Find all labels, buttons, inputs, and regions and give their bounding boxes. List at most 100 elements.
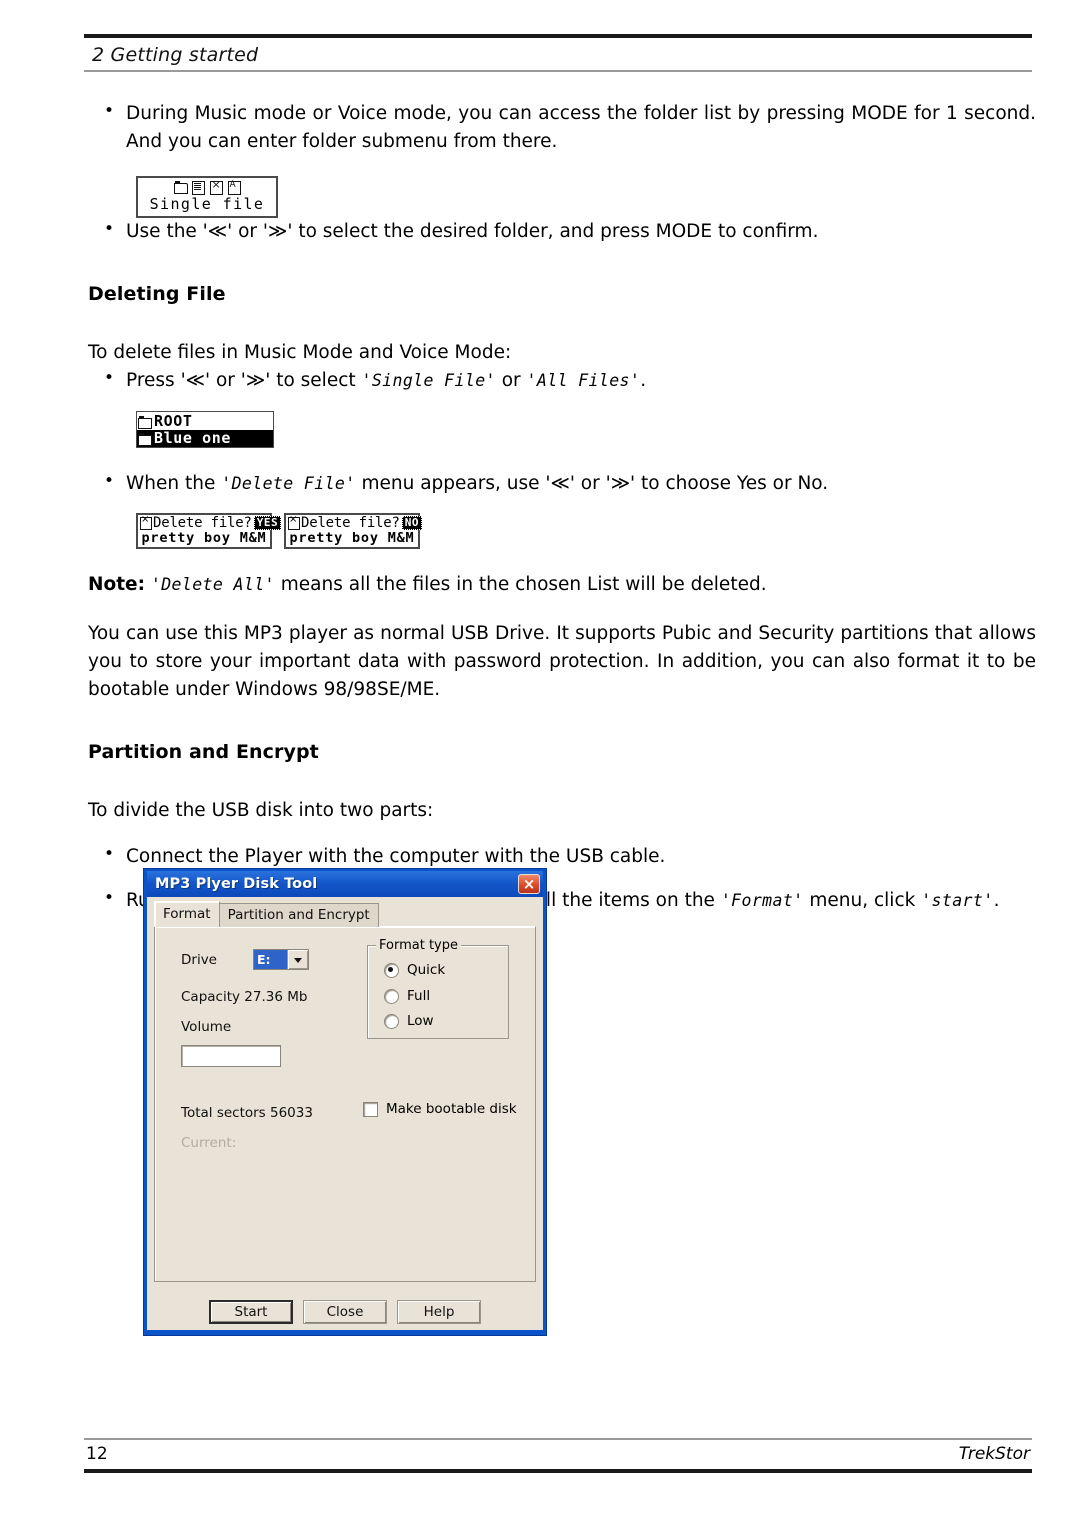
bullet-run-tool-end: . xyxy=(993,889,1000,911)
lcd-delete-no-top: Delete file? NO xyxy=(288,514,422,531)
drive-select[interactable]: E: xyxy=(253,949,309,970)
radio-low-indicator[interactable] xyxy=(384,1013,399,1029)
drive-row: Drive E: xyxy=(181,949,309,970)
list-item: Connect the Player with the computer wit… xyxy=(88,842,1036,871)
radio-quick-label: Quick xyxy=(407,962,446,978)
start-button[interactable]: Start xyxy=(209,1300,293,1324)
drive-selected-value: E: xyxy=(254,950,287,969)
chapter-title: 2 Getting started xyxy=(92,44,259,66)
dialog-body: Format Partition and Encrypt Drive E: Ca… xyxy=(147,897,543,1330)
intro-delete-text: To delete files in Music Mode and Voice … xyxy=(88,341,512,363)
bullet-folder-list-text: During Music mode or Voice mode, you can… xyxy=(126,103,1036,153)
list-item: When the 'Delete File' menu appears, use… xyxy=(88,469,1036,498)
bullet-press-single-file: 'Single File' xyxy=(361,370,496,390)
capacity-label: Capacity 27.36 Mb xyxy=(181,989,308,1005)
lcd-folder-list-caption: Single file xyxy=(149,195,265,214)
lcd-delete-no-prompt: Delete file? xyxy=(301,514,400,531)
note-label: Note: xyxy=(88,574,145,596)
usb-paragraph: You can use this MP3 player as normal US… xyxy=(88,622,1036,700)
dialog-titlebar[interactable]: MP3 Plyer Disk Tool × xyxy=(147,871,543,897)
page-content: During Music mode or Voice mode, you can… xyxy=(88,99,1036,915)
folder-icon xyxy=(138,415,152,429)
lcd-root-wrap: ROOT Blue one xyxy=(88,410,1036,449)
delete-menu-bullets: When the 'Delete File' menu appears, use… xyxy=(88,469,1036,498)
make-bootable-label: Make bootable disk xyxy=(386,1101,517,1117)
lcd-root-row: ROOT xyxy=(137,411,273,430)
lcd-root-screen: ROOT Blue one xyxy=(136,410,274,449)
document-x-icon xyxy=(209,179,223,196)
lcd-folder-list-screen: Single file xyxy=(136,176,278,218)
lcd-delete-yes-screen: Delete file? YES pretty boy M&M xyxy=(136,512,282,550)
lcd-delete-yes-top: Delete file? YES xyxy=(140,514,282,531)
press-select-bullets: Press '≪' or '≫' to select 'Single File'… xyxy=(88,366,1036,395)
make-bootable-checkbox-row[interactable]: Make bootable disk xyxy=(363,1101,517,1117)
tab-strip: Format Partition and Encrypt xyxy=(154,901,536,927)
radio-low[interactable]: Low xyxy=(384,1013,434,1029)
dialog-button-row: Start Close Help xyxy=(147,1300,543,1324)
folder-icon xyxy=(138,432,152,446)
make-bootable-checkbox[interactable] xyxy=(363,1101,378,1117)
close-icon[interactable]: × xyxy=(518,874,540,894)
page-number: 12 xyxy=(86,1444,108,1464)
lcd-delete-no-screen: Delete file? NO pretty boy M&M xyxy=(284,512,422,550)
document-icon xyxy=(191,181,205,196)
lcd-delete-yes-prompt: Delete file? xyxy=(153,514,252,531)
radio-quick-indicator[interactable] xyxy=(384,962,399,978)
radio-full-indicator[interactable] xyxy=(384,988,399,1004)
bullet-run-tool-format: 'Format' xyxy=(720,890,804,910)
bullet-run-tool-start: 'start' xyxy=(921,890,994,910)
note-paragraph: Note: 'Delete All' means all the files i… xyxy=(88,571,1036,599)
close-button[interactable]: Close xyxy=(303,1300,387,1324)
volume-input[interactable] xyxy=(181,1045,281,1067)
lcd-root-selected-label: Blue one xyxy=(154,429,232,448)
page-footer: 12 TrekStor xyxy=(84,1438,1032,1473)
footer-row: 12 TrekStor xyxy=(84,1440,1032,1469)
document-x-icon xyxy=(288,514,300,530)
lcd-icon-row xyxy=(140,179,274,196)
tab-partition-and-encrypt[interactable]: Partition and Encrypt xyxy=(218,903,379,927)
document-x-icon xyxy=(140,514,152,530)
volume-label: Volume xyxy=(181,1019,232,1035)
note-mono: 'Delete All' xyxy=(150,575,275,595)
brand-name: TrekStor xyxy=(958,1444,1030,1464)
radio-full[interactable]: Full xyxy=(384,988,430,1004)
intro-divide-text: To divide the USB disk into two parts: xyxy=(88,799,434,821)
current-status-label: Current: xyxy=(181,1135,237,1151)
lcd-delete-no-track: pretty boy M&M xyxy=(289,529,415,546)
lcd-root-label: ROOT xyxy=(154,411,193,430)
format-type-groupbox: Format type Quick Full Low xyxy=(367,938,509,1039)
tab-format[interactable]: Format xyxy=(154,901,220,927)
lcd-delete-no-choice: NO xyxy=(401,516,422,531)
document-a-icon xyxy=(227,180,241,196)
bullet-press-end: . xyxy=(640,369,647,391)
dialog-title: MP3 Plyer Disk Tool xyxy=(155,876,318,892)
folder-list-bullets: During Music mode or Voice mode, you can… xyxy=(88,99,1036,156)
bullet-connect-text: Connect the Player with the computer wit… xyxy=(126,845,666,867)
page-header: 2 Getting started xyxy=(84,34,1032,72)
help-button[interactable]: Help xyxy=(397,1300,481,1324)
lcd-folder-list-wrap: Single file xyxy=(88,176,1036,218)
note-rest: means all the files in the chosen List w… xyxy=(274,574,767,596)
chevron-down-icon[interactable] xyxy=(287,950,308,969)
lcd-delete-pair: Delete file? YES pretty boy M&M Delete f… xyxy=(136,512,1036,550)
drive-label: Drive xyxy=(181,951,217,968)
bullet-press-all-files: 'All Files' xyxy=(526,370,641,390)
folder-icon xyxy=(173,181,188,195)
bullet-press-or: or xyxy=(495,369,527,391)
total-sectors-label: Total sectors 56033 xyxy=(181,1105,313,1121)
select-folder-bullets: Use the '≪' or '≫' to select the desired… xyxy=(88,217,1036,246)
format-type-title: Format type xyxy=(376,938,461,953)
bullet-delete-menu-mono: 'Delete File' xyxy=(221,474,356,494)
mp3-disk-tool-dialog: MP3 Plyer Disk Tool × Format Partition a… xyxy=(143,868,547,1336)
radio-quick[interactable]: Quick xyxy=(384,962,445,978)
list-item: Press '≪' or '≫' to select 'Single File'… xyxy=(88,366,1036,395)
lcd-delete-yes-track: pretty boy M&M xyxy=(141,529,267,546)
header-rule-bottom xyxy=(84,70,1032,72)
heading-partition-encrypt: Partition and Encrypt xyxy=(88,740,319,763)
bullet-delete-menu-pre: When the xyxy=(126,473,222,495)
list-item: During Music mode or Voice mode, you can… xyxy=(88,99,1036,156)
footer-rule-bottom xyxy=(84,1469,1032,1473)
lcd-delete-yes-choice: YES xyxy=(253,516,282,531)
heading-deleting-file: Deleting File xyxy=(88,282,226,305)
bullet-select-folder-text: Use the '≪' or '≫' to select the desired… xyxy=(126,220,819,242)
